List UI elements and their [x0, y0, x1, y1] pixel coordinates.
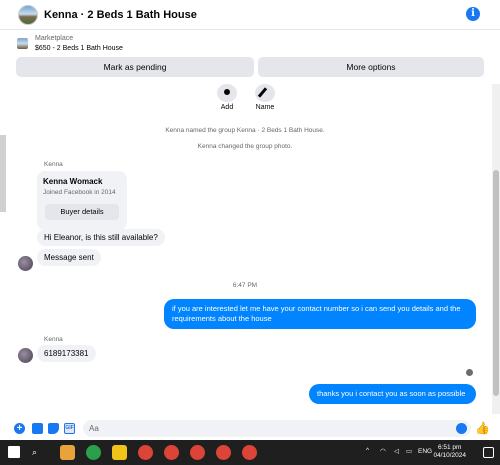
chrome-icon[interactable] [190, 445, 205, 460]
scrollbar[interactable] [492, 84, 500, 414]
message-bubble[interactable]: Message sent [37, 249, 101, 266]
buyer-name: Kenna Womack [43, 177, 103, 186]
messenger-window: Kenna · 2 Beds 1 Bath House i Marketplac… [0, 0, 500, 440]
listing-thumbnail[interactable] [17, 38, 28, 49]
scrollbar-thumb[interactable] [493, 170, 499, 396]
taskbar: ⌕ ^ ◠ ◁ ▭ ENG 6:51 pm 04/10/2024 [0, 440, 500, 465]
timestamp: 6:47 PM [232, 282, 258, 289]
windows-start-icon[interactable] [8, 446, 20, 458]
marketplace-label: Marketplace [35, 35, 74, 42]
chrome-icon[interactable] [242, 445, 257, 460]
listing-title[interactable]: $650 - 2 Beds 1 Bath House [35, 45, 123, 52]
name-action[interactable]: Name [245, 84, 285, 111]
search-icon[interactable]: ⌕ [32, 445, 47, 460]
group-avatar[interactable] [18, 4, 38, 25]
sender-name: Kenna [44, 336, 63, 343]
clock-time: 6:51 pm [437, 444, 462, 451]
whatsapp-icon[interactable] [86, 445, 101, 460]
message-bubble-outgoing[interactable]: thanks you i contact you as soon as poss… [309, 384, 476, 404]
sender-name: Kenna [44, 161, 63, 168]
tray-chevron-icon[interactable]: ^ [366, 447, 369, 454]
like-icon[interactable]: 👍 [475, 421, 490, 435]
avatar[interactable] [18, 348, 33, 363]
add-person-icon[interactable] [217, 84, 237, 102]
info-icon[interactable]: i [466, 7, 480, 21]
chrome-icon[interactable] [164, 445, 179, 460]
pencil-icon[interactable] [255, 84, 275, 102]
add-label: Add [220, 104, 234, 111]
notification-icon[interactable] [483, 447, 494, 458]
chrome-icon[interactable] [138, 445, 153, 460]
sticker-icon[interactable] [48, 423, 59, 434]
conversation-area: Add Name Kenna named the group Kenna · 2… [0, 84, 490, 414]
avatar[interactable] [18, 256, 33, 271]
battery-icon[interactable]: ▭ [406, 447, 412, 455]
volume-icon[interactable]: ◁ [394, 447, 399, 455]
app-icon[interactable] [60, 445, 75, 460]
mark-as-pending-button[interactable]: Mark as pending [16, 57, 254, 77]
system-message-photo: Kenna changed the group photo. [197, 143, 293, 150]
add-action[interactable]: Add [207, 84, 247, 111]
message-input[interactable] [83, 420, 471, 437]
buyer-joined: Joined Facebook in 2014 [43, 189, 116, 196]
chrome-icon[interactable] [216, 445, 231, 460]
more-options-button[interactable]: More options [258, 57, 484, 77]
plus-icon[interactable]: + [14, 423, 25, 434]
language-indicator[interactable]: ENG [418, 448, 432, 455]
message-bubble-outgoing[interactable]: if you are interested let me have your c… [164, 299, 476, 329]
photo-icon[interactable] [32, 423, 43, 434]
left-scroll-indicator [0, 135, 6, 212]
marketplace-bar: Marketplace $650 - 2 Beds 1 Bath House M… [0, 31, 500, 81]
message-bubble[interactable]: Hi Eleanor, is this still available? [37, 229, 165, 246]
file-explorer-icon[interactable] [112, 445, 127, 460]
wifi-icon[interactable]: ◠ [380, 447, 386, 455]
clock[interactable]: 6:51 pm 04/10/2024 [433, 444, 466, 461]
buyer-details-button[interactable]: Buyer details [45, 204, 119, 220]
name-label: Name [255, 104, 275, 111]
system-message-named: Kenna named the group Kenna · 2 Beds 1 B… [165, 127, 325, 134]
seen-avatar [466, 369, 473, 376]
message-bubble[interactable]: 6189173381 [37, 345, 96, 362]
composer: + GIF 👍 [0, 416, 500, 440]
clock-date: 04/10/2024 [433, 452, 466, 460]
gif-icon[interactable]: GIF [64, 423, 75, 434]
emoji-icon[interactable] [456, 423, 467, 434]
buyer-card: Kenna Womack Joined Facebook in 2014 Buy… [37, 171, 127, 230]
chat-title: Kenna · 2 Beds 1 Bath House [44, 8, 197, 21]
chat-header: Kenna · 2 Beds 1 Bath House i [0, 0, 500, 30]
